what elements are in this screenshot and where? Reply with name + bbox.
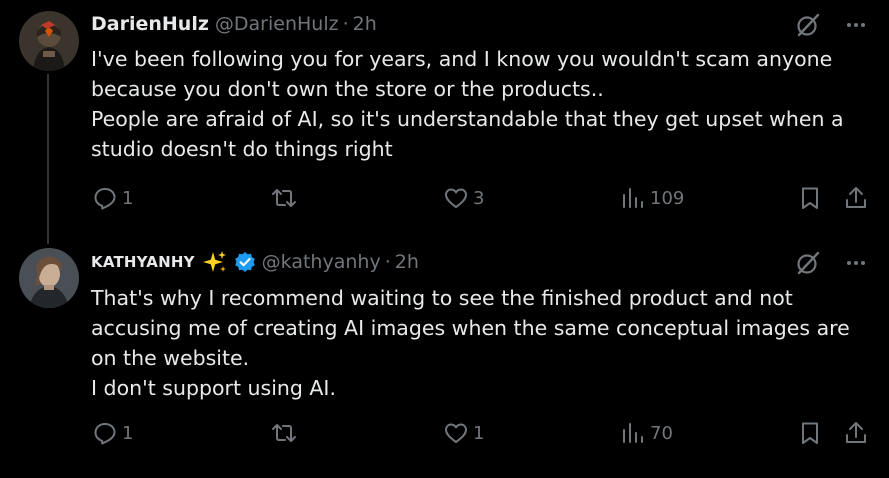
repost-icon	[272, 424, 296, 442]
avatar[interactable]	[19, 11, 79, 71]
tweet-text-line: because you don't own the store or the p…	[91, 77, 604, 101]
bookmark-icon	[802, 422, 818, 444]
share-icon	[846, 422, 866, 443]
views-icon	[623, 423, 643, 443]
reply-icon	[94, 188, 116, 210]
bookmark-button[interactable]	[797, 183, 823, 213]
views-icon	[623, 188, 643, 208]
more-icon[interactable]	[845, 14, 867, 36]
reply-button[interactable]: 1	[92, 183, 133, 213]
display-name[interactable]: DarienHulz	[91, 13, 209, 35]
tweet-text: That's why I recommend waiting to see th…	[91, 283, 871, 403]
tweet-header: DarienHulz @DarienHulz · 2h	[91, 10, 377, 38]
separator-dot: ·	[384, 251, 391, 273]
tweet-header: KATHYANHY @kathyanhy · 2h	[91, 248, 419, 276]
views-button[interactable]: 70	[620, 418, 673, 448]
like-count: 1	[473, 422, 485, 444]
reply-count: 1	[122, 422, 134, 444]
reply-icon	[94, 423, 116, 445]
reply-button[interactable]: 1	[92, 418, 133, 448]
views-button[interactable]: 109	[620, 183, 684, 213]
reply-thread: DarienHulz @DarienHulz · 2h I've been fo…	[0, 0, 889, 478]
user-handle[interactable]: @DarienHulz	[215, 13, 339, 35]
view-count: 109	[650, 187, 685, 209]
tweet-text-line: People are afraid of AI, so it's underst…	[91, 107, 844, 131]
tweet-text-line: on the website.	[91, 346, 250, 370]
action-bar: 1 3 109	[0, 183, 889, 213]
bookmark-icon	[802, 187, 818, 209]
like-icon	[445, 423, 467, 443]
repost-button[interactable]	[271, 183, 301, 213]
tweet-text-line: I don't support using AI.	[91, 376, 336, 400]
tweet[interactable]: KATHYANHY @kathyanhy · 2h That's why I r…	[0, 232, 889, 478]
verified-badge-icon[interactable]	[234, 251, 256, 273]
tweet-top-actions	[795, 12, 867, 38]
share-button[interactable]	[843, 183, 869, 213]
tweet-text-line: accusing me of creating AI images when t…	[91, 316, 850, 340]
tweet-text-line: That's why I recommend waiting to see th…	[91, 286, 793, 310]
tweet[interactable]: DarienHulz @DarienHulz · 2h I've been fo…	[0, 0, 889, 244]
tweet-text-line: studio doesn't do things right	[91, 137, 393, 161]
user-handle[interactable]: @kathyanhy	[262, 251, 381, 273]
grok-icon[interactable]	[795, 250, 821, 276]
sparkles-icon	[202, 251, 226, 272]
like-button[interactable]: 1	[443, 418, 484, 448]
repost-icon	[272, 189, 296, 207]
like-button[interactable]: 3	[443, 183, 484, 213]
like-icon	[445, 188, 467, 208]
grok-icon[interactable]	[795, 12, 821, 38]
tweet-text: I've been following you for years, and I…	[91, 44, 871, 164]
action-bar: 1 1 70	[0, 418, 889, 448]
share-icon	[846, 187, 866, 208]
share-button[interactable]	[843, 418, 869, 448]
tweet-top-actions	[795, 250, 867, 276]
like-count: 3	[473, 187, 485, 209]
bookmark-button[interactable]	[797, 418, 823, 448]
reply-count: 1	[122, 187, 134, 209]
separator-dot: ·	[342, 13, 349, 35]
tweet-text-line: I've been following you for years, and I…	[91, 47, 833, 71]
thread-connector-line	[47, 74, 49, 244]
view-count: 70	[650, 422, 673, 444]
timestamp[interactable]: 2h	[353, 13, 377, 35]
repost-button[interactable]	[271, 418, 301, 448]
avatar[interactable]	[19, 248, 79, 308]
display-name[interactable]: KATHYANHY	[91, 253, 195, 271]
more-icon[interactable]	[845, 252, 867, 274]
timestamp[interactable]: 2h	[395, 251, 419, 273]
